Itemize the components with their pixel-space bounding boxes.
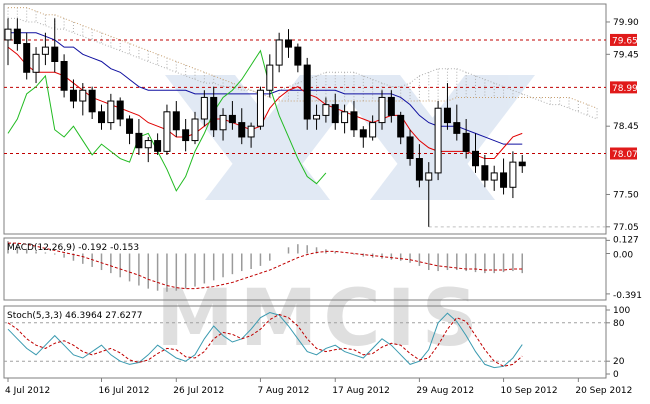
candle-down bbox=[359, 129, 367, 138]
x-tick-label: 4 Jul 2012 bbox=[5, 386, 50, 396]
stoch-tick-label: 0 bbox=[613, 370, 619, 380]
candle-up bbox=[144, 140, 152, 149]
candle-down bbox=[23, 43, 31, 73]
candle-down bbox=[294, 46, 302, 66]
y-tick-label: 78.45 bbox=[613, 122, 639, 132]
candle-up bbox=[509, 161, 517, 188]
candle-up bbox=[219, 114, 227, 131]
candle-up bbox=[200, 96, 208, 120]
candle-down bbox=[350, 111, 358, 131]
candle-down bbox=[51, 46, 59, 62]
candle-up bbox=[191, 118, 199, 142]
candle-down bbox=[126, 118, 134, 134]
candle-down bbox=[69, 89, 77, 102]
chart-canvas: MMCIS 79.90 79.45 78.45 77.50 77.05 79.65 78.9… bbox=[3, 3, 642, 396]
stoch-tick-label: 80 bbox=[613, 319, 625, 329]
level-badge-label: 78.07 bbox=[612, 150, 638, 160]
y-tick-label: 79.90 bbox=[613, 18, 639, 28]
stoch-tick-label: 100 bbox=[613, 306, 630, 316]
forex-chart: MMCIS 79.90 79.45 78.45 77.50 77.05 79.65 78.9… bbox=[0, 0, 650, 400]
x-tick-label: 26 Jul 2012 bbox=[173, 386, 224, 396]
candle-up bbox=[163, 111, 171, 152]
stoch-label: Stoch(5,3,3) 46.3964 27.6277 bbox=[7, 311, 142, 321]
candle-down bbox=[285, 39, 292, 48]
stoch-tick-label: 20 bbox=[613, 357, 625, 367]
candle-up bbox=[32, 53, 40, 73]
candle-down bbox=[210, 96, 218, 131]
watermark-text: MMCIS bbox=[156, 274, 484, 364]
candle-down bbox=[228, 114, 236, 124]
candle-down bbox=[303, 64, 311, 120]
candle-down bbox=[135, 132, 143, 149]
candle-up bbox=[425, 172, 433, 181]
candle-down bbox=[462, 132, 470, 152]
x-tick-label: 29 Aug 2012 bbox=[416, 386, 474, 396]
macd-tick-label: 0.00 bbox=[613, 251, 633, 261]
candle-up bbox=[275, 39, 283, 66]
candle-down bbox=[172, 111, 180, 131]
candle-up bbox=[79, 89, 87, 102]
candle-down bbox=[518, 161, 526, 167]
macd-tick-label: -0.391 bbox=[613, 291, 642, 301]
candle-up bbox=[266, 64, 274, 91]
level-badge-label: 79.65 bbox=[612, 36, 638, 46]
x-tick-label: 20 Sep 2012 bbox=[575, 386, 632, 396]
x-tick-label: 16 Jul 2012 bbox=[99, 386, 150, 396]
candle-down bbox=[481, 165, 489, 181]
candle-up bbox=[369, 122, 377, 138]
candle-down bbox=[98, 111, 105, 124]
candle-down bbox=[13, 28, 21, 45]
candle-down bbox=[415, 158, 423, 181]
candle-down bbox=[472, 150, 479, 167]
candle-down bbox=[406, 136, 414, 160]
candle-up bbox=[41, 46, 49, 55]
y-tick-label: 77.50 bbox=[613, 190, 639, 200]
candle-down bbox=[116, 100, 124, 120]
x-axis: 4 Jul 2012 16 Jul 2012 26 Jul 2012 7 Aug 20… bbox=[5, 378, 632, 396]
candle-up bbox=[256, 89, 264, 127]
candle-down bbox=[88, 89, 96, 113]
candle-down bbox=[500, 172, 508, 188]
candle-down bbox=[331, 104, 339, 124]
candle-up bbox=[313, 114, 321, 120]
candle-down bbox=[60, 61, 68, 91]
candle-down bbox=[453, 122, 461, 134]
x-tick-label: 7 Aug 2012 bbox=[257, 386, 309, 396]
candle-down bbox=[443, 107, 451, 124]
candle-up bbox=[434, 107, 442, 174]
y-tick-label: 79.45 bbox=[613, 50, 639, 60]
x-tick-label: 10 Sep 2012 bbox=[501, 386, 558, 396]
macd-tick-label: 0.127 bbox=[613, 235, 639, 245]
level-badge-label: 78.99 bbox=[612, 84, 638, 94]
candle-up bbox=[247, 125, 255, 138]
candle-up bbox=[107, 100, 115, 124]
candle-up bbox=[322, 104, 330, 116]
x-tick-label: 17 Aug 2012 bbox=[332, 386, 390, 396]
candle-down bbox=[397, 114, 405, 138]
y-tick-label: 77.05 bbox=[613, 223, 639, 233]
candle-up bbox=[4, 28, 12, 41]
candle-down bbox=[387, 96, 395, 116]
candle-up bbox=[490, 172, 498, 181]
candle-up bbox=[341, 111, 349, 124]
candle-up bbox=[378, 96, 386, 124]
candle-down bbox=[154, 140, 162, 152]
candle-down bbox=[182, 129, 190, 142]
candle-down bbox=[238, 122, 246, 138]
macd-label: MACD(12,26,9) -0.192 -0.153 bbox=[7, 243, 139, 253]
